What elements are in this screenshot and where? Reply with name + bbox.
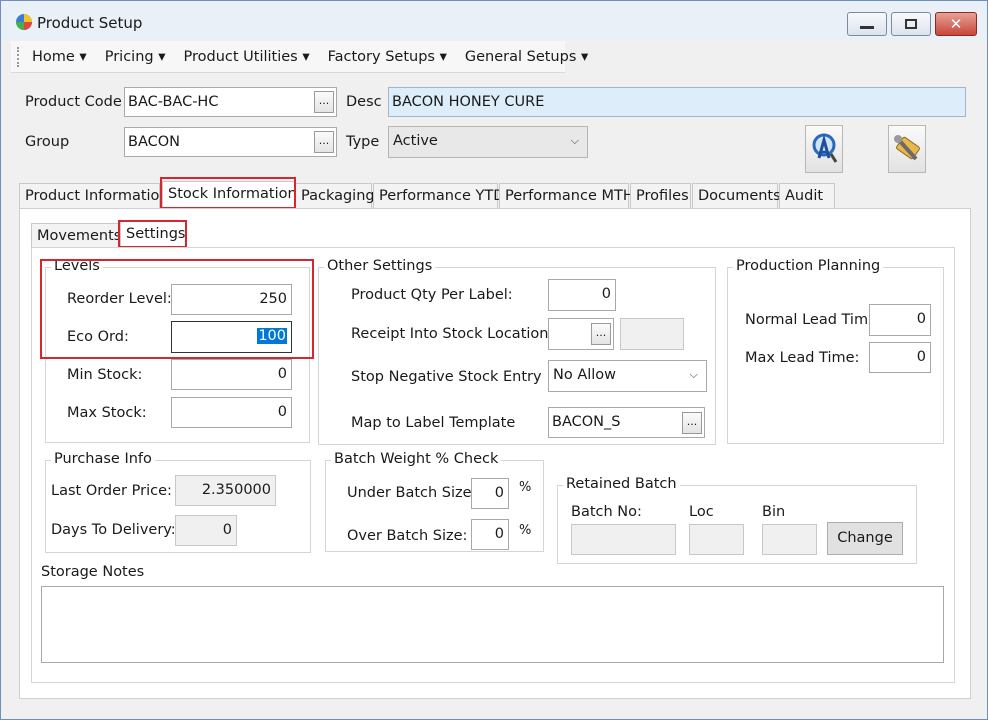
- batch-weight-title: Batch Weight % Check: [331, 451, 502, 467]
- menu-bar: Home ▾ Pricing ▾ Product Utilities ▾ Fac…: [11, 41, 588, 73]
- menu-grip: [17, 46, 19, 67]
- minimize-button[interactable]: [847, 12, 887, 36]
- max-lead-time-field[interactable]: 0: [869, 342, 931, 373]
- close-button[interactable]: ✕: [935, 12, 977, 36]
- maximize-button[interactable]: [891, 12, 931, 36]
- product-code-label: Product Code: [25, 94, 122, 110]
- normal-lead-time-label: Normal Lead Time: [745, 312, 878, 328]
- production-planning-title: Production Planning: [733, 258, 884, 274]
- desc-field[interactable]: BACON HONEY CURE: [388, 87, 966, 117]
- max-stock-label: Max Stock:: [67, 405, 147, 421]
- over-batch-size-field[interactable]: 0: [471, 519, 509, 550]
- batch-no-label: Batch No:: [571, 504, 642, 520]
- normal-lead-time-field[interactable]: 0: [869, 304, 931, 336]
- last-order-price-field: 2.350000: [175, 475, 276, 506]
- menu-home[interactable]: Home ▾: [23, 49, 96, 65]
- loc-label: Loc: [689, 504, 714, 520]
- tools-button[interactable]: [888, 125, 926, 173]
- tab-profiles[interactable]: Profiles: [630, 183, 691, 209]
- tab-performance-mth[interactable]: Performance MTH: [499, 183, 634, 209]
- maximize-icon: [905, 19, 917, 29]
- menu-general-setups[interactable]: General Setups ▾: [456, 49, 597, 65]
- title-bar: Product Setup ✕: [1, 1, 987, 41]
- magnifier-icon: [812, 133, 838, 163]
- chevron-down-icon: ⌵: [689, 368, 698, 381]
- close-icon: ✕: [949, 15, 963, 33]
- highlight-settings-subtab: [118, 220, 187, 248]
- type-select[interactable]: Active ⌵: [388, 126, 588, 158]
- tab-packaging[interactable]: Packaging: [295, 183, 375, 209]
- min-stock-label: Min Stock:: [67, 367, 143, 383]
- menu-factory-setups[interactable]: Factory Setups ▾: [319, 49, 456, 65]
- loc-field: [689, 524, 744, 555]
- bin-label: Bin: [762, 504, 786, 520]
- subtab-movements[interactable]: Movements: [31, 223, 121, 249]
- retained-batch-title: Retained Batch: [563, 476, 680, 492]
- stop-negative-stock-value: No Allow: [553, 367, 617, 383]
- purchase-info-title: Purchase Info: [51, 451, 155, 467]
- stop-negative-stock-select[interactable]: No Allow ⌵: [548, 360, 707, 392]
- min-stock-field[interactable]: 0: [171, 359, 292, 390]
- product-code-lookup-button[interactable]: ...: [314, 91, 334, 113]
- product-setup-window: Product Setup ✕ Home ▾ Pricing ▾ Product…: [0, 0, 988, 720]
- days-to-delivery-label: Days To Delivery:: [51, 522, 176, 538]
- map-label-template-lookup-button[interactable]: ...: [682, 412, 702, 434]
- storage-notes-textarea[interactable]: [41, 586, 944, 663]
- receipt-location-label: Receipt Into Stock Location: [351, 326, 549, 342]
- tools-icon: [894, 135, 920, 161]
- last-order-price-label: Last Order Price:: [51, 483, 172, 499]
- app-icon: [15, 13, 33, 31]
- over-percent-label: %: [519, 523, 532, 538]
- menu-product-utilities[interactable]: Product Utilities ▾: [174, 49, 318, 65]
- desc-label: Desc: [346, 94, 382, 110]
- max-stock-field[interactable]: 0: [171, 397, 292, 428]
- window-title: Product Setup: [37, 14, 143, 32]
- group-label: Group: [25, 134, 70, 150]
- change-button[interactable]: Change: [827, 522, 903, 555]
- under-percent-label: %: [519, 480, 532, 495]
- product-code-field[interactable]: BAC-BAC-HC: [124, 87, 337, 117]
- tab-product-information[interactable]: Product Information: [19, 183, 169, 209]
- batch-no-field: [571, 524, 676, 555]
- map-label-template-label: Map to Label Template: [351, 415, 516, 431]
- menu-pricing[interactable]: Pricing ▾: [96, 49, 175, 65]
- tab-audit[interactable]: Audit: [779, 183, 835, 209]
- days-to-delivery-field: 0: [175, 515, 237, 546]
- receipt-location-lookup-button[interactable]: ...: [591, 323, 611, 345]
- search-product-button[interactable]: [805, 125, 843, 173]
- under-batch-size-field[interactable]: 0: [471, 478, 509, 509]
- under-batch-size-label: Under Batch Size:: [347, 485, 477, 501]
- group-field[interactable]: BACON: [124, 127, 337, 157]
- tab-performance-ytd[interactable]: Performance YTD: [373, 183, 504, 209]
- type-label: Type: [346, 134, 380, 150]
- type-select-value: Active: [393, 133, 438, 149]
- chevron-down-icon: ⌵: [570, 134, 579, 147]
- tab-documents[interactable]: Documents: [692, 183, 781, 209]
- other-settings-title: Other Settings: [324, 258, 436, 274]
- stop-negative-stock-label: Stop Negative Stock Entry: [351, 369, 542, 385]
- qty-per-label-field[interactable]: 0: [548, 279, 616, 311]
- minimize-icon: [860, 25, 874, 29]
- highlight-stock-information-tab: [160, 177, 296, 209]
- group-lookup-button[interactable]: ...: [314, 131, 334, 153]
- storage-notes-label: Storage Notes: [41, 564, 145, 580]
- bin-field: [762, 524, 817, 555]
- receipt-location-description: [620, 318, 684, 350]
- over-batch-size-label: Over Batch Size:: [347, 528, 468, 544]
- qty-per-label-label: Product Qty Per Label:: [351, 287, 513, 303]
- highlight-levels-area: [40, 259, 314, 359]
- max-lead-time-label: Max Lead Time:: [745, 350, 860, 366]
